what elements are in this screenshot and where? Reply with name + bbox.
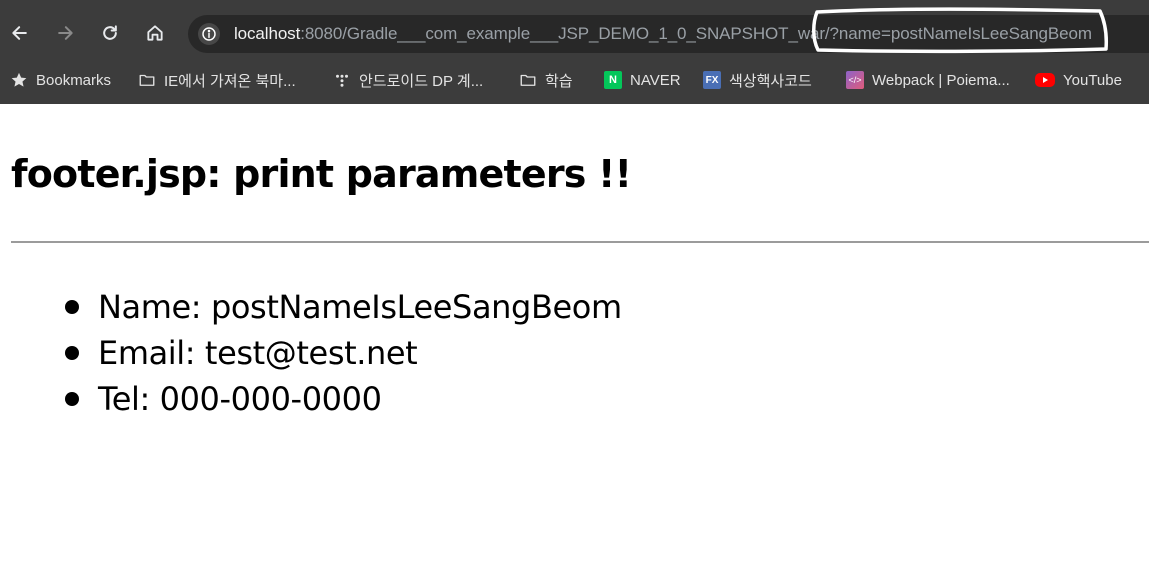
arrow-right-icon <box>58 26 73 40</box>
arrow-left-icon <box>12 26 27 40</box>
bookmark-label: 학습 <box>545 72 573 90</box>
reload-button[interactable] <box>94 17 126 49</box>
folder-icon <box>519 71 537 89</box>
bookmark-label: NAVER <box>630 71 681 89</box>
naver-favicon-icon: N <box>604 71 622 89</box>
bookmark-ie-imported[interactable]: IE에서 가져온 북마... <box>138 66 296 94</box>
bookmark-webpack[interactable]: </> Webpack | Poiema... <box>846 66 1010 94</box>
star-icon <box>10 71 28 89</box>
bullet-icon <box>65 392 79 406</box>
address-bar[interactable]: localhost:8080/Gradle___com_example___JS… <box>188 15 1149 53</box>
param-text: Tel: 000-000-0000 <box>98 380 382 418</box>
bullet-icon <box>65 300 79 314</box>
list-item-tel: Tel: 000-000-0000 <box>65 376 622 422</box>
webpack-favicon-icon: </> <box>846 71 864 89</box>
folder-icon <box>138 71 156 89</box>
param-text: Email: test@test.net <box>98 334 418 372</box>
url-host: localhost <box>234 24 301 43</box>
param-text: Name: postNameIsLeeSangBeom <box>98 288 622 326</box>
horizontal-rule <box>11 241 1149 243</box>
bullet-icon <box>65 346 79 360</box>
bookmark-label: 색상핵사코드 <box>729 72 812 90</box>
bookmark-label: 안드로이드 DP 계... <box>359 72 484 90</box>
page-title: footer.jsp: print parameters !! <box>11 152 632 196</box>
url-text[interactable]: localhost:8080/Gradle___com_example___JS… <box>234 23 1092 45</box>
back-button[interactable] <box>4 17 36 49</box>
url-path: :8080/Gradle___com_example___JSP_DEMO_1_… <box>300 24 1092 43</box>
bookmark-youtube[interactable]: YouTube <box>1035 66 1122 94</box>
browser-toolbar: localhost:8080/Gradle___com_example___JS… <box>0 0 1149 66</box>
bookmark-color-hex[interactable]: FX 색상핵사코드 <box>703 66 812 94</box>
bookmark-label: Bookmarks <box>36 71 112 89</box>
dots-icon <box>333 71 351 89</box>
site-info-icon[interactable] <box>198 23 220 45</box>
home-button[interactable] <box>139 17 171 49</box>
forward-button[interactable] <box>49 17 81 49</box>
bookmark-android-dp[interactable]: 안드로이드 DP 계... <box>333 66 483 94</box>
parameter-list: Name: postNameIsLeeSangBeom Email: test@… <box>65 284 622 422</box>
list-item-email: Email: test@test.net <box>65 330 622 376</box>
fx-favicon-icon: FX <box>703 71 721 89</box>
bookmark-study[interactable]: 학습 <box>519 66 573 94</box>
list-item-name: Name: postNameIsLeeSangBeom <box>65 284 622 330</box>
bookmark-label: Webpack | Poiema... <box>872 71 1010 89</box>
youtube-favicon-icon <box>1035 73 1055 87</box>
bookmark-label: IE에서 가져온 북마... <box>164 72 296 90</box>
bookmark-naver[interactable]: N NAVER <box>604 66 681 94</box>
bookmark-bookmarks[interactable]: Bookmarks <box>10 66 111 94</box>
bookmark-label: YouTube <box>1063 71 1122 89</box>
home-icon <box>147 25 163 41</box>
reload-icon <box>103 25 117 40</box>
bookmarks-bar: Bookmarks IE에서 가져온 북마... 안드로이드 DP 계... 학… <box>0 66 1149 104</box>
